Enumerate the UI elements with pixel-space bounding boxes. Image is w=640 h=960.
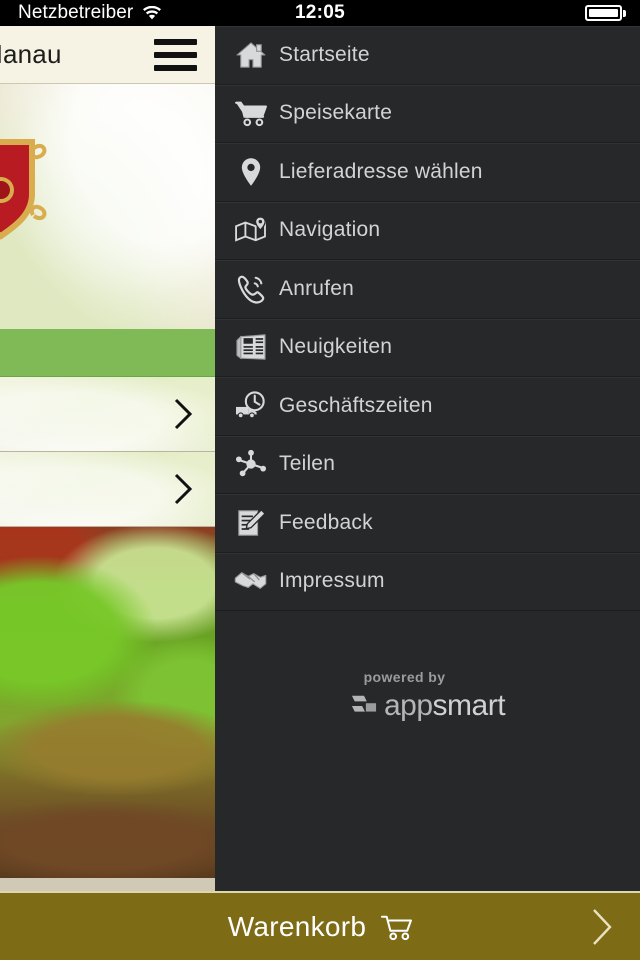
menu-item-feedback[interactable]: Feedback <box>215 494 640 553</box>
list-item[interactable] <box>0 452 215 527</box>
menu-item-neuigkeiten[interactable]: Neuigkeiten <box>215 319 640 377</box>
status-bar: Netzbetreiber 12:05 <box>0 0 640 26</box>
basket-label: Warenkorb <box>227 910 367 942</box>
menu-item-anrufen[interactable]: Anrufen <box>215 260 640 319</box>
menu-item-speisekarte[interactable]: Speisekarte <box>215 85 640 143</box>
appsmart-wordmark: appsmart <box>383 689 506 722</box>
powered-by-branding: powered by appsmart <box>215 669 640 723</box>
chevron-right-icon <box>174 398 193 430</box>
map-pin-icon <box>223 157 279 187</box>
menu-item-label: Lieferadresse wählen <box>279 159 483 183</box>
menu-item-navigation[interactable]: Navigation <box>215 202 640 260</box>
delivery-clock-icon <box>223 391 279 421</box>
menu-item-label: Anrufen <box>279 276 354 300</box>
appsmart-logo-icon <box>351 695 377 712</box>
handshake-icon <box>223 569 279 593</box>
chevron-right-icon <box>593 908 612 945</box>
navigation-drawer: Startseite Speisekarte Lieferadresse wäh… <box>215 26 640 891</box>
menu-item-label: Startseite <box>279 42 370 66</box>
menu-item-startseite[interactable]: Startseite <box>215 26 640 85</box>
menu-item-label: Teilen <box>279 452 336 476</box>
menu-item-label: Impressum <box>279 569 385 593</box>
hero-image <box>0 84 215 329</box>
shopping-cart-icon <box>223 99 279 127</box>
menu-item-label: Neuigkeiten <box>279 335 393 359</box>
app-screen: Netzbetreiber 12:05 Hanau <box>0 0 640 960</box>
battery-full-icon <box>584 5 626 21</box>
food-photo <box>0 527 215 878</box>
list-item[interactable] <box>0 377 215 452</box>
underlying-app-content: Hanau <box>0 26 215 891</box>
home-icon <box>223 41 279 69</box>
document-pen-icon <box>223 508 279 538</box>
shopping-cart-icon <box>381 915 413 940</box>
page-title: Hanau <box>0 39 62 69</box>
menu-item-label: Feedback <box>279 510 373 534</box>
chevron-right-icon <box>174 473 193 505</box>
phone-call-icon <box>223 274 279 304</box>
basket-button[interactable]: Warenkorb <box>0 891 640 960</box>
menu-item-geschaeftszeiten[interactable]: Geschäftszeiten <box>215 377 640 436</box>
share-network-icon <box>223 450 279 478</box>
app-header: Hanau <box>0 26 215 84</box>
menu-item-impressum[interactable]: Impressum <box>215 553 640 611</box>
menu-item-teilen[interactable]: Teilen <box>215 436 640 494</box>
menu-item-label: Geschäftszeiten <box>279 393 433 417</box>
hamburger-menu-icon[interactable] <box>154 38 197 71</box>
powered-by-label: powered by <box>363 669 446 685</box>
clock-label: 12:05 <box>294 2 346 23</box>
menu-item-lieferadresse[interactable]: Lieferadresse wählen <box>215 143 640 202</box>
menu-item-label: Navigation <box>279 218 381 242</box>
category-banner[interactable] <box>0 329 215 377</box>
map-navigation-icon <box>223 216 279 244</box>
menu-item-label: Speisekarte <box>279 101 393 125</box>
drawer-menu-list: Startseite Speisekarte Lieferadresse wäh… <box>215 26 640 611</box>
newspaper-icon <box>223 333 279 361</box>
restaurant-crest-logo <box>0 139 47 240</box>
